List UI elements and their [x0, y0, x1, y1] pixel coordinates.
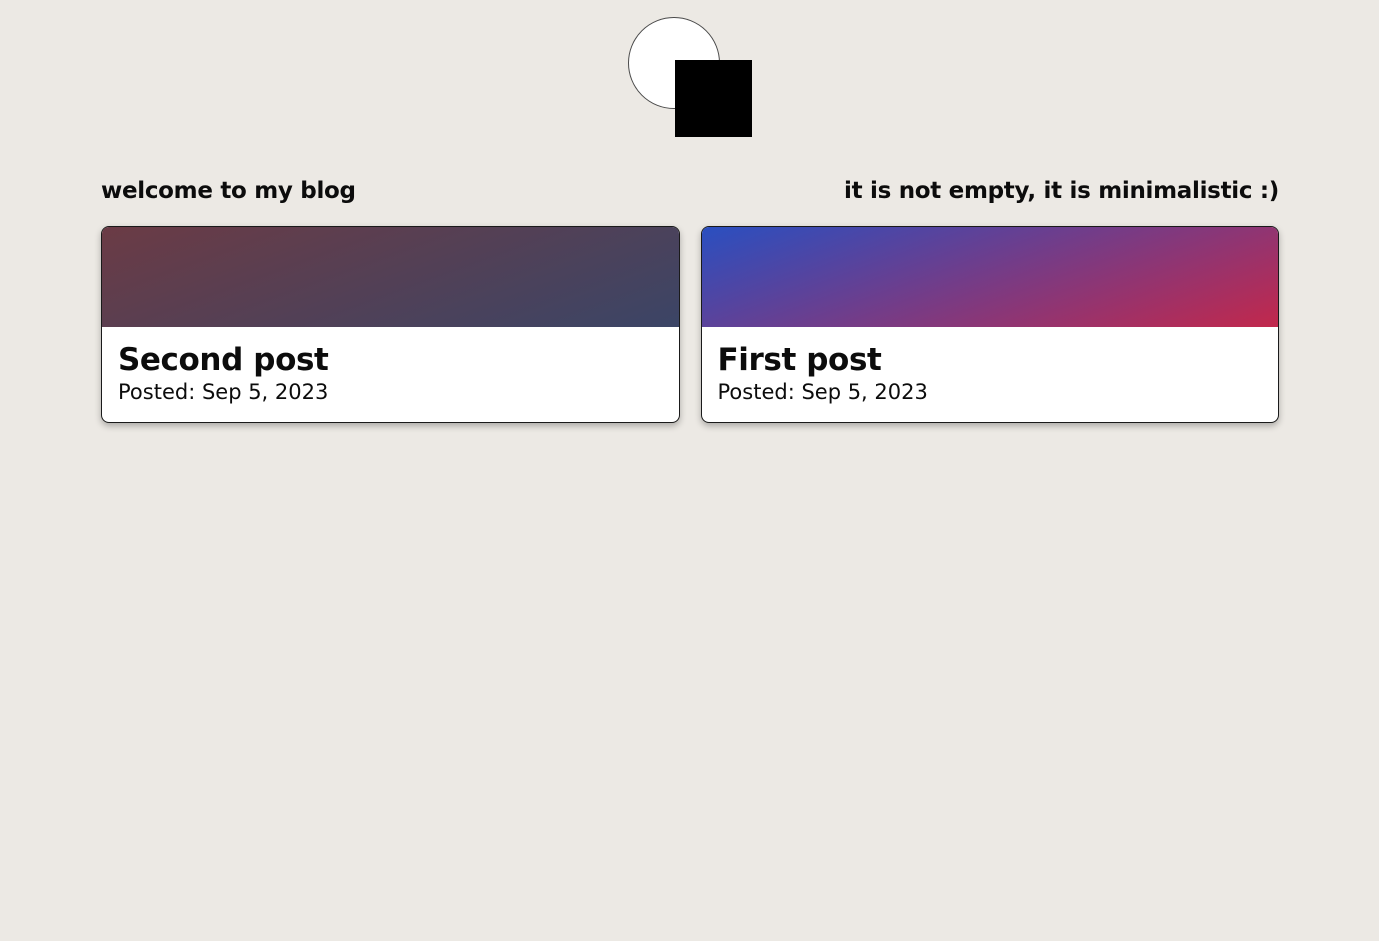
logo-square [675, 60, 752, 137]
tagline-row: welcome to my blog it is not empty, it i… [101, 176, 1279, 206]
post-date: Posted: Sep 5, 2023 [118, 380, 329, 404]
post-title[interactable]: Second post [118, 341, 663, 379]
post-card-body: Second post Posted: Sep 5, 2023 [102, 327, 679, 405]
post-banner [701, 227, 1278, 327]
post-banner [102, 227, 679, 327]
post-card[interactable]: First post Posted: Sep 5, 2023 [700, 226, 1279, 423]
tagline-left: welcome to my blog [101, 178, 356, 204]
post-card[interactable]: Second post Posted: Sep 5, 2023 [101, 226, 680, 423]
post-date: Posted: Sep 5, 2023 [717, 380, 928, 404]
post-title[interactable]: First post [718, 341, 1263, 379]
post-card-body: First post Posted: Sep 5, 2023 [702, 327, 1279, 405]
post-list: Second post Posted: Sep 5, 2023 First po… [101, 226, 1279, 423]
site-logo[interactable] [628, 17, 752, 137]
tagline-right: it is not empty, it is minimalistic :) [844, 178, 1279, 204]
